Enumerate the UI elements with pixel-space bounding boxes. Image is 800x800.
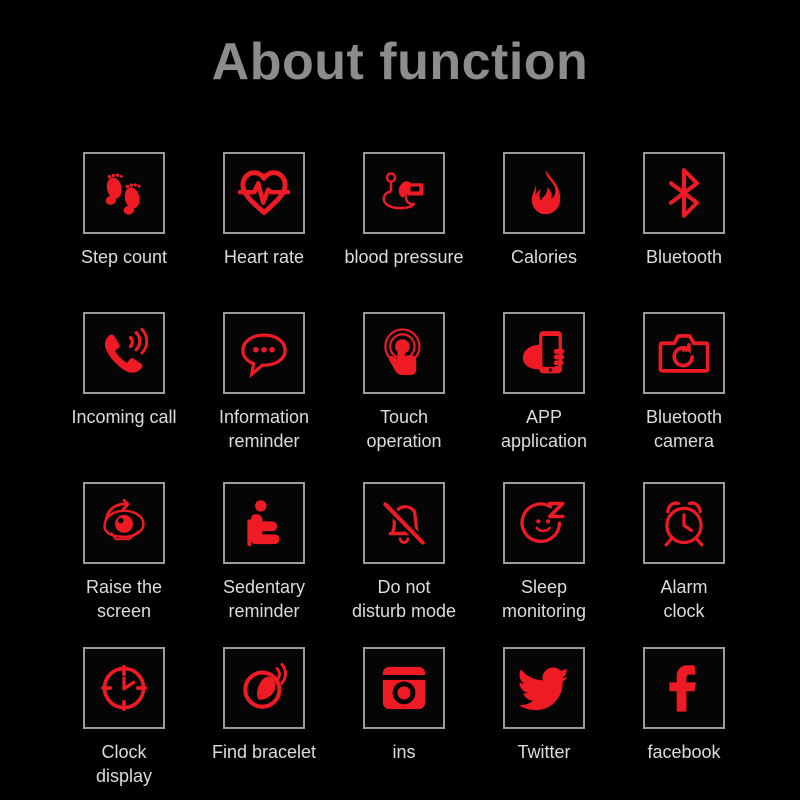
raise-to-wake-eye-icon [103,498,145,541]
find-bracelet-icon [243,662,287,709]
flame-icon [531,170,561,215]
grid-row: Incoming call Information reminder Touch… [71,312,727,482]
about-function-page: About function Step count Heart rate blo… [0,0,800,800]
function-cell-incoming-call[interactable]: Incoming call [71,312,177,482]
function-cell-alarm-clock[interactable]: Alarm clock [643,482,725,647]
bell-muted-icon [380,499,428,547]
bluetooth-icon [668,168,700,218]
function-cell-heart-rate[interactable]: Heart rate [223,152,305,312]
function-label: Alarm clock [660,577,708,621]
camera-icon [658,334,710,373]
alarm-clock-icon [664,501,704,547]
icon-box[interactable] [223,482,305,564]
function-cell-find-bracelet[interactable]: Find bracelet [212,647,316,797]
function-cell-step-count[interactable]: Step count [81,152,167,312]
function-cell-raise-the-screen[interactable]: Raise the screen [83,482,165,647]
icon-box[interactable] [503,152,585,234]
speech-bubble-icon [241,333,287,379]
function-cell-sleep-monitoring[interactable]: Sleep monitoring [502,482,586,647]
function-cell-app-application[interactable]: APP application [501,312,587,482]
icon-box[interactable] [503,312,585,394]
icon-box[interactable] [83,152,165,234]
icon-box[interactable] [83,647,165,729]
function-cell-do-not-disturb[interactable]: Do not disturb mode [352,482,456,647]
function-cell-sedentary-reminder[interactable]: Sedentary reminder [223,482,305,647]
grid-row: Raise the screen Sedentary reminder Do n… [83,482,727,647]
function-cell-bluetooth[interactable]: Bluetooth [643,152,725,312]
seated-person-icon [247,500,280,547]
icon-box[interactable] [643,152,725,234]
function-cell-information-reminder[interactable]: Information reminder [219,312,309,482]
function-label: Bluetooth [645,247,723,267]
function-label: Bluetooth camera [645,407,723,451]
footprints-icon [105,173,141,215]
icon-box[interactable] [223,647,305,729]
instagram-icon [382,666,426,710]
function-cell-calories[interactable]: Calories [503,152,585,312]
touch-tap-icon [384,328,421,375]
icon-box[interactable] [643,312,725,394]
clock-face-icon [101,665,147,711]
icon-box[interactable] [503,482,585,564]
icon-box[interactable] [643,647,725,729]
icon-box[interactable] [223,152,305,234]
hand-holding-phone-icon [522,331,565,374]
function-cell-bluetooth-camera[interactable]: Bluetooth camera [643,312,725,482]
ringing-phone-icon [104,327,149,373]
facebook-f-icon [669,665,696,712]
function-cell-ins[interactable]: ins [363,647,445,797]
page-title: About function [211,33,589,91]
function-grid: Step count Heart rate blood pressure Cal… [71,152,727,797]
sleeping-face-z-icon [520,501,565,543]
function-cell-facebook[interactable]: facebook [643,647,725,797]
icon-box[interactable] [83,482,165,564]
function-cell-clock-display[interactable]: Clock display [83,647,165,797]
function-cell-twitter[interactable]: Twitter [503,647,585,797]
twitter-bird-icon [519,667,568,711]
grid-row: Clock display Find bracelet ins Twitter … [83,647,727,797]
function-cell-touch-operation[interactable]: Touch operation [363,312,445,482]
icon-box[interactable] [363,312,445,394]
blood-pressure-monitor-icon [382,172,424,210]
function-label: facebook [647,742,721,762]
icon-box[interactable] [363,647,445,729]
icon-box[interactable] [223,312,305,394]
icon-box[interactable] [363,152,445,234]
icon-box[interactable] [83,312,165,394]
function-cell-blood-pressure[interactable]: blood pressure [344,152,464,312]
icon-box[interactable] [643,482,725,564]
grid-row: Step count Heart rate blood pressure Cal… [81,152,727,312]
icon-box[interactable] [363,482,445,564]
heart-pulse-icon [238,170,290,215]
icon-box[interactable] [503,647,585,729]
